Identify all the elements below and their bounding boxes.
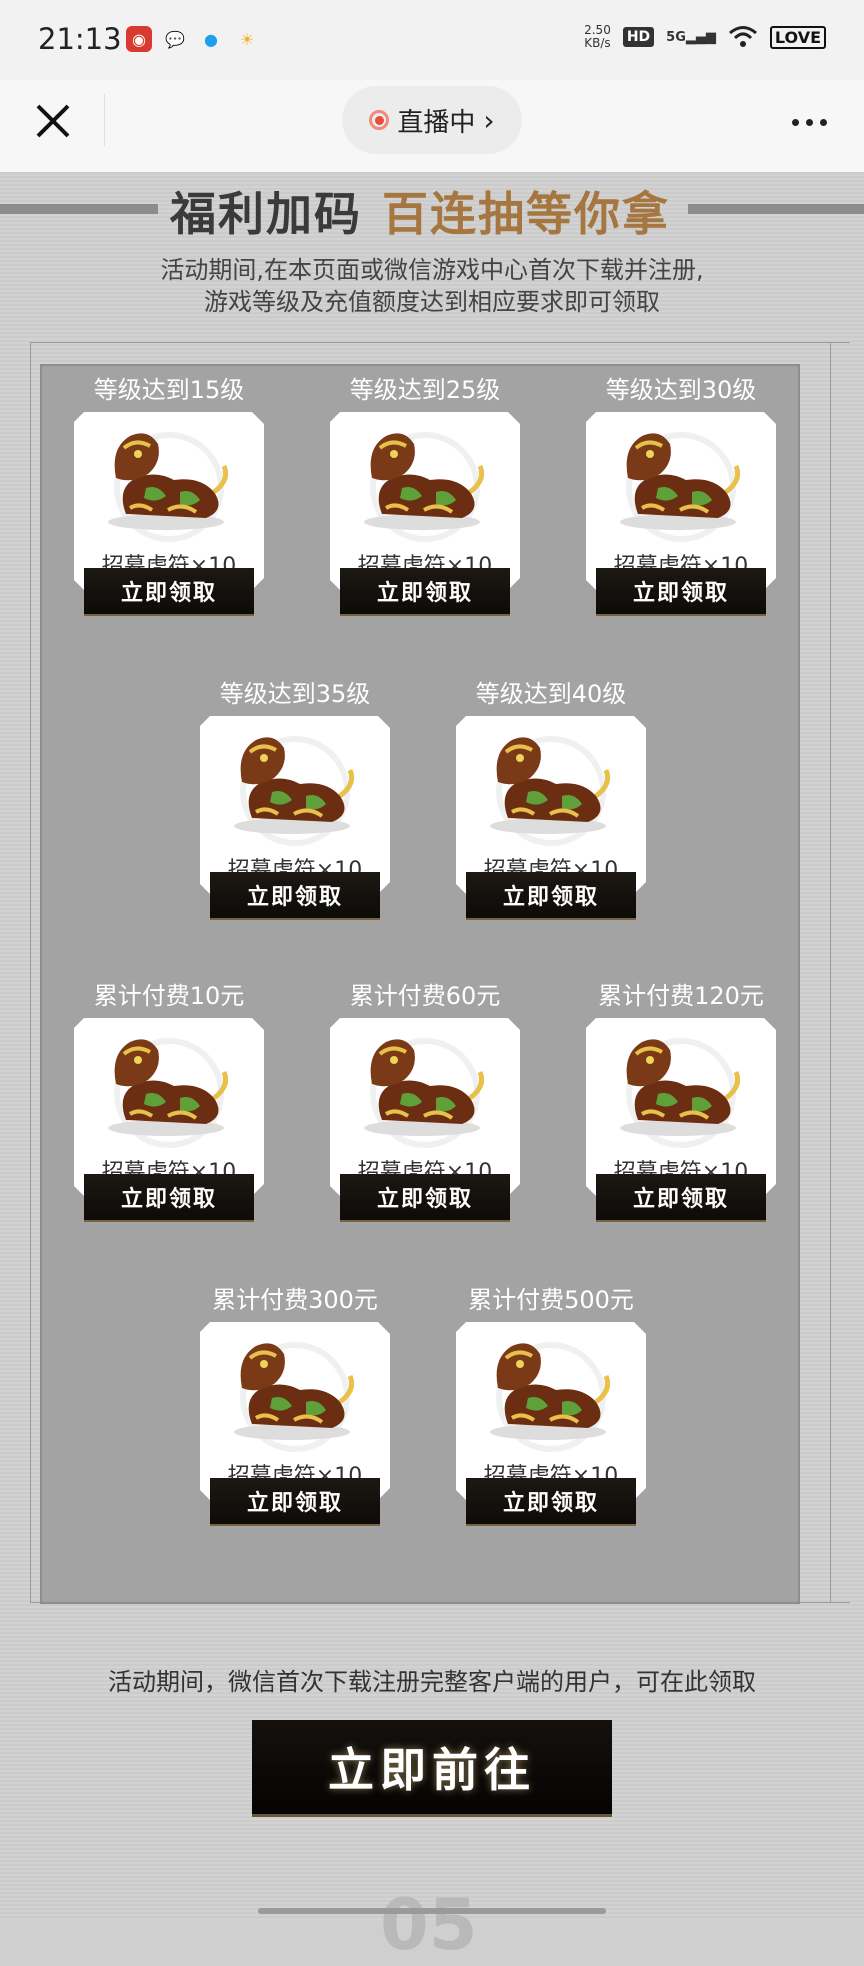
claim-button[interactable]: 立即领取 <box>84 1174 254 1222</box>
intro-line1: 活动期间,在本页面或微信游戏中心首次下载并注册, <box>160 256 704 284</box>
go-now-button[interactable]: 立即前往 <box>252 1720 612 1817</box>
pixiu-token-icon <box>108 1039 229 1136</box>
reward-condition: 累计付费120元 <box>598 982 764 1010</box>
nav-bar: 直播中 › <box>0 80 864 172</box>
reward-item: 累计付费60元 招募虎符×10 立即领取 <box>330 976 520 1226</box>
live-status-pill[interactable]: 直播中 › <box>342 86 522 154</box>
reward-card: 招募虎符×10 <box>74 412 264 590</box>
claim-button[interactable]: 立即领取 <box>466 1478 636 1526</box>
reward-card: 招募虎符×10 <box>586 1018 776 1196</box>
pixiu-token-icon <box>234 1343 355 1440</box>
pixiu-token-icon <box>620 1039 741 1136</box>
net-speed: 2.50 KB/s <box>584 24 611 50</box>
more-icon[interactable] <box>784 102 834 142</box>
pixiu-token-icon <box>490 737 611 834</box>
signal-icon: 5G▂▄▆ <box>666 29 716 45</box>
status-right: 2.50 KB/s HD 5G▂▄▆ LOVE <box>584 24 826 50</box>
pixiu-token-icon <box>620 433 741 530</box>
reward-condition: 累计付费300元 <box>212 1286 378 1314</box>
claim-button[interactable]: 立即领取 <box>210 1478 380 1526</box>
live-label: 直播中 <box>397 107 476 138</box>
battery-icon: LOVE <box>769 25 826 49</box>
reward-condition: 累计付费10元 <box>93 982 245 1010</box>
claim-button[interactable]: 立即领取 <box>596 568 766 616</box>
decorative-number: 05 <box>380 1884 478 1966</box>
reward-card: 招募虎符×10 <box>456 716 646 894</box>
reward-card: 招募虎符×10 <box>330 412 520 590</box>
wechat-icon: 💬 <box>162 26 188 52</box>
pixiu-token-icon <box>364 433 485 530</box>
banner-line-left <box>0 204 158 214</box>
reward-item: 累计付费10元 招募虎符×10 立即领取 <box>74 976 264 1226</box>
reward-condition: 等级达到15级 <box>93 376 245 404</box>
home-indicator[interactable] <box>258 1908 606 1914</box>
notification-icons: ◉ 💬 ● ☀ <box>126 26 260 52</box>
pixiu-token-icon <box>234 737 355 834</box>
close-icon[interactable] <box>30 98 76 144</box>
reward-condition: 累计付费60元 <box>349 982 501 1010</box>
nav-divider <box>104 94 105 146</box>
frame-line <box>30 342 850 343</box>
netease-music-icon: ◉ <box>126 26 152 52</box>
reward-condition: 等级达到35级 <box>219 680 371 708</box>
reward-card: 招募虎符×10 <box>456 1322 646 1500</box>
reward-item: 等级达到25级 招募虎符×10 立即领取 <box>330 370 520 620</box>
reward-item: 累计付费500元 招募虎符×10 立即领取 <box>456 1280 646 1530</box>
reward-item: 等级达到40级 招募虎符×10 立即领取 <box>456 674 646 924</box>
reward-condition: 等级达到25级 <box>349 376 501 404</box>
banner-title-part1: 福利加码 <box>170 187 362 241</box>
net-speed-unit: KB/s <box>584 36 611 50</box>
reward-card: 招募虎符×10 <box>74 1018 264 1196</box>
app-icon: ☀ <box>234 26 260 52</box>
bottom-note: 活动期间，微信首次下载注册完整客户端的用户，可在此领取 <box>108 1668 756 1696</box>
reward-item: 等级达到15级 招募虎符×10 立即领取 <box>74 370 264 620</box>
banner-title-part2: 百连抽等你拿 <box>382 187 670 241</box>
reward-card: 招募虎符×10 <box>200 1322 390 1500</box>
frame-line <box>30 342 31 1602</box>
page-content: 福利加码 百连抽等你拿 活动期间,在本页面或微信游戏中心首次下载并注册, 游戏等… <box>0 172 864 1966</box>
reward-item: 等级达到30级 招募虎符×10 立即领取 <box>586 370 776 620</box>
reward-item: 等级达到35级 招募虎符×10 立即领取 <box>200 674 390 924</box>
banner: 福利加码 百连抽等你拿 <box>0 172 864 242</box>
claim-button[interactable]: 立即领取 <box>466 872 636 920</box>
status-time: 21:13 <box>38 22 122 56</box>
intro-line2: 游戏等级及充值额度达到相应要求即可领取 <box>204 288 660 316</box>
claim-button[interactable]: 立即领取 <box>84 568 254 616</box>
banner-line-right <box>688 204 864 214</box>
reward-condition: 累计付费500元 <box>468 1286 634 1314</box>
hd-badge: HD <box>622 27 655 47</box>
status-bar: 21:13 ◉ 💬 ● ☀ 2.50 KB/s HD 5G▂▄▆ LOVE <box>0 0 864 80</box>
wifi-icon <box>728 26 757 47</box>
pixiu-token-icon <box>108 433 229 530</box>
pixiu-token-icon <box>364 1039 485 1136</box>
qq-icon: ● <box>198 26 224 52</box>
reward-item: 累计付费120元 招募虎符×10 立即领取 <box>586 976 776 1226</box>
frame-line <box>830 342 831 1602</box>
pixiu-token-icon <box>490 1343 611 1440</box>
reward-card: 招募虎符×10 <box>586 412 776 590</box>
live-dot-icon <box>369 110 390 130</box>
claim-button[interactable]: 立即领取 <box>340 1174 510 1222</box>
reward-item: 累计付费300元 招募虎符×10 立即领取 <box>200 1280 390 1530</box>
reward-condition: 等级达到40级 <box>475 680 627 708</box>
reward-card: 招募虎符×10 <box>200 716 390 894</box>
claim-button[interactable]: 立即领取 <box>596 1174 766 1222</box>
network-label: 5G <box>666 29 686 45</box>
claim-button[interactable]: 立即领取 <box>340 568 510 616</box>
reward-card: 招募虎符×10 <box>330 1018 520 1196</box>
reward-condition: 等级达到30级 <box>605 376 757 404</box>
battery-label: LOVE <box>774 27 821 47</box>
claim-button[interactable]: 立即领取 <box>210 872 380 920</box>
chevron-right-icon: › <box>483 103 495 137</box>
